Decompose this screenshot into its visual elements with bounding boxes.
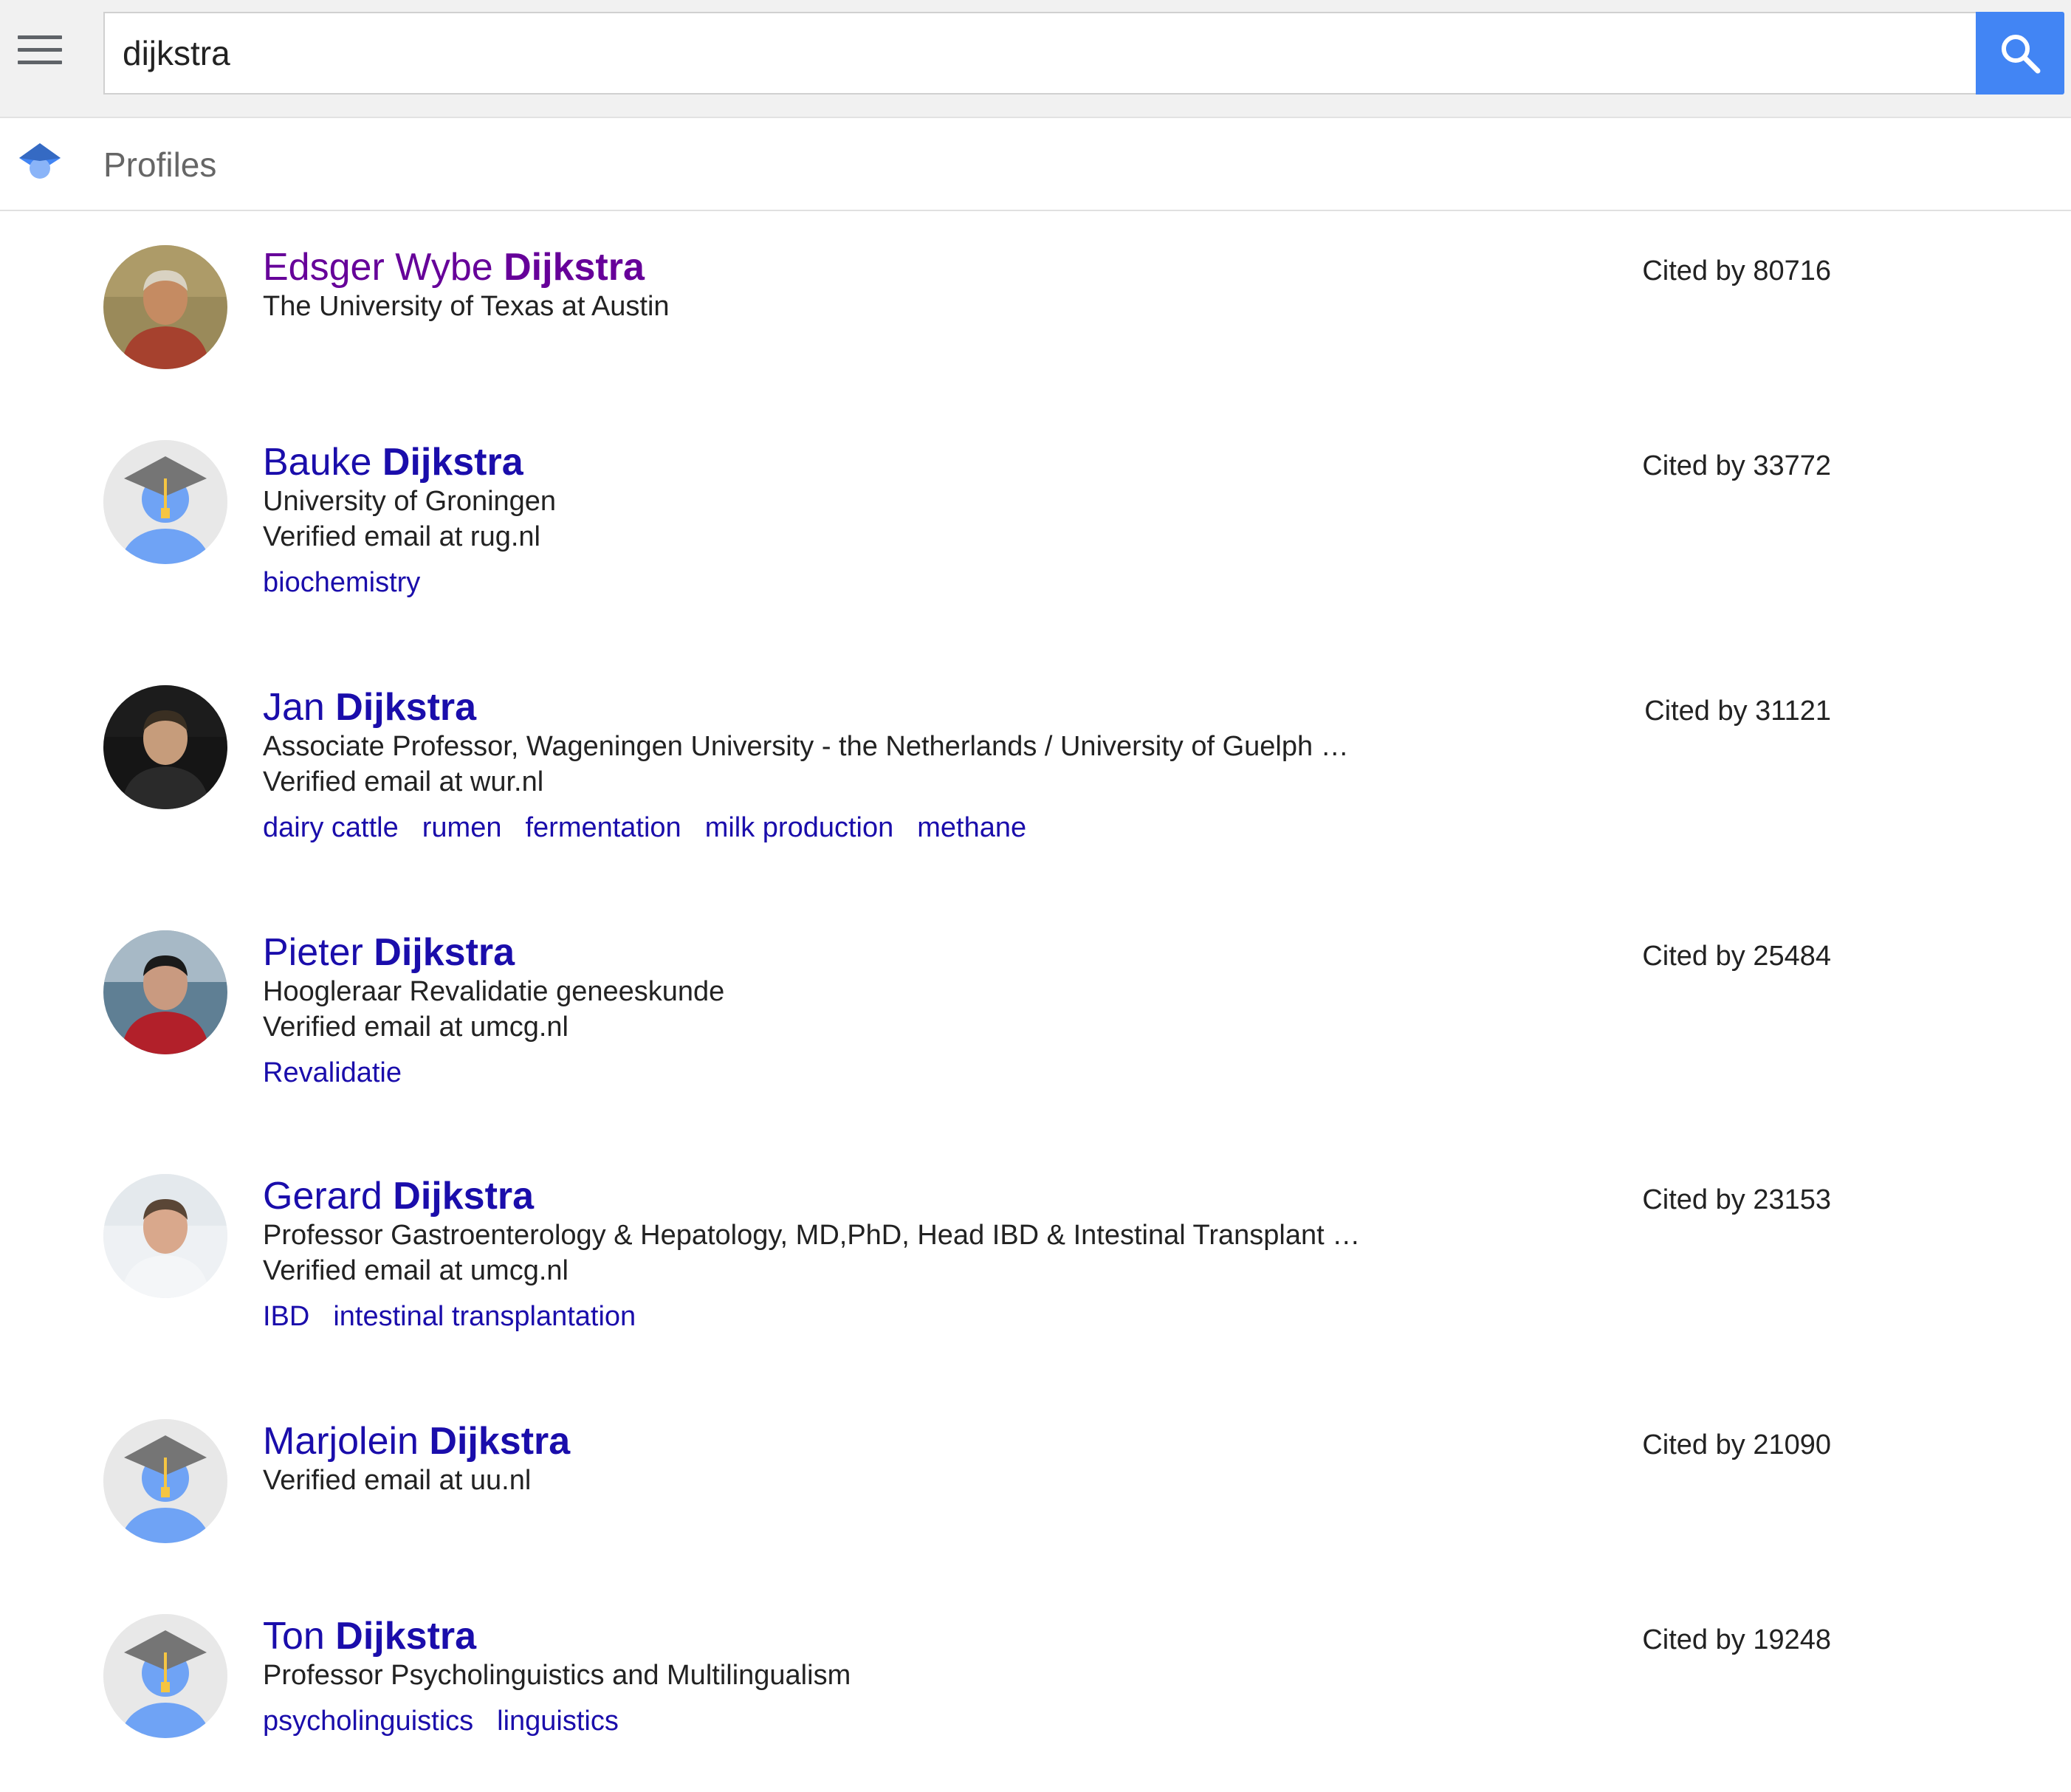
- first-name: Marjolein: [263, 1420, 430, 1463]
- avatar[interactable]: [103, 685, 227, 809]
- first-name: Jan: [263, 686, 336, 729]
- affiliation: Hoogleraar Revalidatie geneeskunde: [263, 976, 725, 1007]
- interest-tag-link[interactable]: IBD: [263, 1301, 309, 1332]
- interest-tag-link[interactable]: rumen: [422, 812, 502, 843]
- last-name: Dijkstra: [335, 686, 477, 729]
- scholar-cap-icon: [19, 143, 61, 179]
- profile-photo: [103, 685, 227, 809]
- last-name: Dijkstra: [335, 1615, 477, 1658]
- interest-tags: IBD intestinal transplantation: [263, 1300, 659, 1339]
- cited-by-count: Cited by 31121: [1644, 696, 1831, 727]
- verified-email: Verified email at umcg.nl: [263, 1255, 569, 1286]
- profile-name-link[interactable]: Pieter Dijkstra: [263, 930, 515, 975]
- avatar[interactable]: [103, 1614, 227, 1738]
- verified-email: Verified email at umcg.nl: [263, 1012, 569, 1043]
- interest-tag-link[interactable]: milk production: [705, 812, 894, 843]
- affiliation: The University of Texas at Austin: [263, 291, 670, 322]
- affiliation: Associate Professor, Wageningen Universi…: [263, 731, 1349, 762]
- verified-email: Verified email at uu.nl: [263, 1465, 532, 1496]
- interest-tag-link[interactable]: linguistics: [497, 1706, 619, 1737]
- last-name: Dijkstra: [382, 441, 523, 484]
- avatar[interactable]: [103, 245, 227, 369]
- profile-photo: [103, 245, 227, 369]
- menu-icon[interactable]: [18, 35, 62, 69]
- interest-tag-link[interactable]: fermentation: [525, 812, 681, 843]
- cited-by-count: Cited by 19248: [1642, 1624, 1831, 1655]
- interest-tags: Revalidatie: [263, 1056, 425, 1096]
- interest-tag-link[interactable]: Revalidatie: [263, 1057, 402, 1088]
- top-bar: [0, 0, 2071, 118]
- interest-tag-link[interactable]: methane: [917, 812, 1026, 843]
- last-name: Dijkstra: [504, 246, 645, 289]
- interest-tag-link[interactable]: biochemistry: [263, 567, 420, 598]
- interest-tags: dairy cattle rumen fermentation milk produc…: [263, 811, 1050, 851]
- avatar[interactable]: [103, 440, 227, 564]
- affiliation: Professor Psycholinguistics and Multilin…: [263, 1660, 851, 1691]
- cited-by-count: Cited by 33772: [1642, 450, 1831, 481]
- interest-tag-link[interactable]: intestinal transplantation: [333, 1301, 636, 1332]
- search-icon: [2002, 35, 2041, 74]
- last-name: Dijkstra: [429, 1420, 571, 1463]
- cited-by-count: Cited by 23153: [1642, 1184, 1831, 1215]
- profile-name-link[interactable]: Jan Dijkstra: [263, 685, 476, 729]
- default-profile-icon: [103, 440, 227, 564]
- profile-name-link[interactable]: Edsger Wybe Dijkstra: [263, 245, 645, 289]
- verified-email: Verified email at rug.nl: [263, 521, 540, 552]
- profile-name-link[interactable]: Marjolein Dijkstra: [263, 1419, 570, 1463]
- affiliation: Professor Gastroenterology & Hepatology,…: [263, 1220, 1361, 1251]
- profile-name-link[interactable]: Gerard Dijkstra: [263, 1174, 534, 1218]
- profile-name-link[interactable]: Ton Dijkstra: [263, 1614, 476, 1658]
- default-profile-icon: [103, 1614, 227, 1738]
- interest-tag-link[interactable]: psycholinguistics: [263, 1706, 473, 1737]
- avatar[interactable]: [103, 1174, 227, 1298]
- last-name: Dijkstra: [374, 931, 515, 974]
- avatar[interactable]: [103, 930, 227, 1054]
- first-name: Ton: [263, 1615, 336, 1658]
- section-title: Profiles: [103, 145, 217, 184]
- first-name: Gerard: [263, 1175, 394, 1218]
- cited-by-count: Cited by 21090: [1642, 1429, 1831, 1460]
- profile-photo: [103, 930, 227, 1054]
- verified-email: Verified email at wur.nl: [263, 766, 544, 797]
- first-name: Pieter: [263, 931, 374, 974]
- last-name: Dijkstra: [393, 1175, 535, 1218]
- search-input[interactable]: [123, 13, 1954, 93]
- profile-name-link[interactable]: Bauke Dijkstra: [263, 440, 523, 484]
- interest-tag-link[interactable]: dairy cattle: [263, 812, 399, 843]
- search-box: [103, 12, 1979, 95]
- cited-by-count: Cited by 25484: [1642, 941, 1831, 972]
- search-button[interactable]: [1976, 12, 2064, 95]
- profile-photo: [103, 1174, 227, 1298]
- cited-by-count: Cited by 80716: [1642, 255, 1831, 286]
- profiles-section-header: Profiles: [0, 118, 2071, 211]
- default-profile-icon: [103, 1419, 227, 1543]
- avatar[interactable]: [103, 1419, 227, 1543]
- interest-tags: biochemistry: [263, 566, 444, 605]
- affiliation: University of Groningen: [263, 486, 557, 517]
- interest-tags: psycholinguistics linguistics: [263, 1704, 642, 1744]
- first-name: Edsger Wybe: [263, 246, 504, 289]
- first-name: Bauke: [263, 441, 382, 484]
